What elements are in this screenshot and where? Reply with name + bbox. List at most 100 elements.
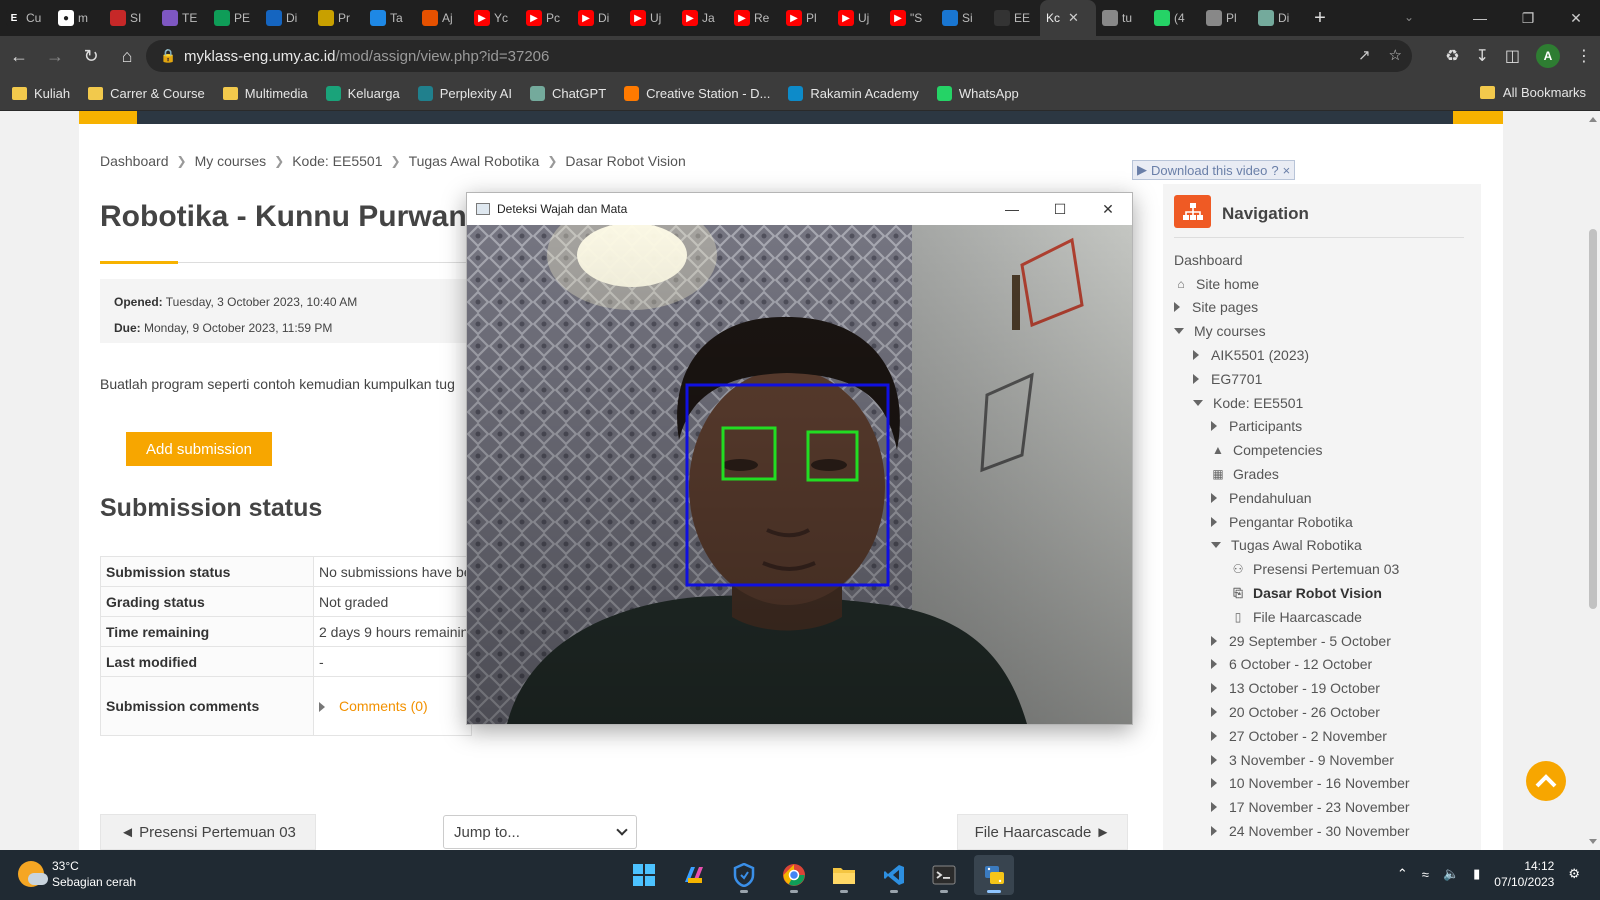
nav-item[interactable]: 24 November - 30 November: [1163, 819, 1481, 843]
address-bar[interactable]: 🔒 myklass-eng.umy.ac.id/mod/assign/view.…: [146, 40, 1412, 72]
chevron-up-icon[interactable]: ⌃: [1397, 866, 1408, 882]
browser-tab[interactable]: ▶ "S: [884, 0, 936, 36]
browser-tab[interactable]: ▶ Pl: [780, 0, 832, 36]
jump-to-select[interactable]: Jump to...: [443, 815, 637, 849]
minimize-icon[interactable]: —: [1456, 0, 1504, 36]
breadcrumb-item[interactable]: My courses: [195, 153, 267, 169]
nav-item[interactable]: 29 September - 5 October: [1163, 629, 1481, 653]
download-video-overlay[interactable]: ▶ Download this video ? ×: [1132, 160, 1296, 180]
weather-widget[interactable]: 33°C Sebagian cerah: [18, 858, 136, 890]
bookmark-item[interactable]: Multimedia: [222, 86, 308, 101]
nav-item[interactable]: EG7701: [1163, 367, 1481, 391]
close-icon[interactable]: ×: [1283, 163, 1291, 178]
nav-item[interactable]: ▯ File Haarcascade: [1163, 605, 1481, 629]
browser-tab[interactable]: ● m: [52, 0, 104, 36]
nav-item[interactable]: 6 October - 12 October: [1163, 653, 1481, 677]
scroll-up-arrow-icon[interactable]: [1589, 117, 1597, 122]
close-icon[interactable]: ✕: [1084, 193, 1132, 225]
bookmark-item[interactable]: Carrer & Course: [88, 86, 205, 101]
minimize-icon[interactable]: —: [988, 193, 1036, 225]
vscode-app[interactable]: [874, 855, 914, 895]
bookmark-item[interactable]: Creative Station - D...: [624, 85, 770, 101]
vpn-app[interactable]: [724, 855, 764, 895]
nav-item[interactable]: AIK5501 (2023): [1163, 343, 1481, 367]
home-icon[interactable]: ⌂: [110, 39, 144, 73]
help-icon[interactable]: ?: [1271, 163, 1278, 178]
profile-avatar[interactable]: A: [1536, 44, 1560, 68]
wifi-icon[interactable]: ≈: [1422, 867, 1429, 882]
reload-icon[interactable]: ↻: [74, 39, 108, 73]
add-submission-button[interactable]: Add submission: [126, 432, 272, 466]
browser-tab[interactable]: EE: [988, 0, 1040, 36]
browser-tab[interactable]: Kc ✕: [1040, 0, 1096, 36]
browser-tab[interactable]: TE: [156, 0, 208, 36]
file-explorer-app[interactable]: [824, 855, 864, 895]
nav-item[interactable]: 13 October - 19 October: [1163, 676, 1481, 700]
scroll-down-arrow-icon[interactable]: [1589, 839, 1597, 844]
breadcrumb-item[interactable]: Dasar Robot Vision: [565, 153, 685, 169]
breadcrumb-item[interactable]: Tugas Awal Robotika: [409, 153, 540, 169]
nav-item[interactable]: ▦ Grades: [1163, 462, 1481, 486]
nav-item[interactable]: Tugas Awal Robotika: [1163, 534, 1481, 558]
forward-icon[interactable]: →: [38, 39, 72, 73]
tab-search-chevron-icon[interactable]: ⌄: [1404, 10, 1414, 24]
browser-tab[interactable]: ▶ Yc: [468, 0, 520, 36]
browser-tab[interactable]: E Cu: [0, 0, 52, 36]
close-icon[interactable]: ✕: [1552, 0, 1600, 36]
extensions-icon[interactable]: ♻: [1445, 46, 1459, 66]
bookmark-item[interactable]: ChatGPT: [529, 85, 606, 101]
battery-icon[interactable]: ▮: [1473, 866, 1480, 882]
nav-item[interactable]: ⚇ Presensi Pertemuan 03: [1163, 557, 1481, 581]
notifications-icon[interactable]: ⚙: [1568, 866, 1580, 882]
browser-tab[interactable]: PE: [208, 0, 260, 36]
browser-tab[interactable]: Di: [260, 0, 312, 36]
browser-tab[interactable]: Si: [936, 0, 988, 36]
breadcrumb-item[interactable]: Kode: EE5501: [292, 153, 382, 169]
clock[interactable]: 14:12 07/10/2023: [1494, 858, 1554, 890]
new-tab-icon[interactable]: +: [1304, 7, 1336, 30]
copilot-app[interactable]: [674, 855, 714, 895]
close-tab-icon[interactable]: ✕: [1068, 10, 1079, 26]
download-video-label[interactable]: Download this video: [1151, 163, 1267, 178]
maximize-icon[interactable]: ☐: [1036, 193, 1084, 225]
nav-item[interactable]: 27 October - 2 November: [1163, 724, 1481, 748]
terminal-app[interactable]: [924, 855, 964, 895]
nav-item[interactable]: Dashboard: [1163, 248, 1481, 272]
browser-tab[interactable]: ▶ Uj: [624, 0, 676, 36]
browser-tab[interactable]: Di: [1252, 0, 1304, 36]
browser-tab[interactable]: ▶ Uj: [832, 0, 884, 36]
nav-item[interactable]: Pengantar Robotika: [1163, 510, 1481, 534]
bookmark-item[interactable]: Perplexity AI: [417, 85, 512, 101]
nav-item[interactable]: ⎘ Dasar Robot Vision: [1163, 581, 1481, 605]
browser-tab[interactable]: Pl: [1200, 0, 1252, 36]
browser-tab[interactable]: ▶ Ja: [676, 0, 728, 36]
nav-item[interactable]: ▲ Competencies: [1163, 438, 1481, 462]
chrome-app[interactable]: [774, 855, 814, 895]
nav-item[interactable]: Kode: EE5501: [1163, 391, 1481, 415]
breadcrumb-item[interactable]: Dashboard: [100, 153, 169, 169]
scrollbar-thumb[interactable]: [1589, 229, 1597, 609]
nav-item[interactable]: 20 October - 26 October: [1163, 700, 1481, 724]
nav-item[interactable]: My courses: [1163, 319, 1481, 343]
browser-tab[interactable]: ▶ Pc: [520, 0, 572, 36]
browser-tab[interactable]: (4: [1148, 0, 1200, 36]
python-app[interactable]: [974, 855, 1014, 895]
bookmark-item[interactable]: WhatsApp: [936, 85, 1019, 101]
window-titlebar[interactable]: Deteksi Wajah dan Mata — ☐ ✕: [467, 193, 1132, 225]
volume-icon[interactable]: 🔈: [1443, 866, 1459, 882]
nav-item[interactable]: 10 November - 16 November: [1163, 772, 1481, 796]
nav-item[interactable]: Site pages: [1163, 296, 1481, 320]
bookmark-item[interactable]: Rakamin Academy: [788, 85, 919, 101]
nav-item[interactable]: Participants: [1163, 415, 1481, 439]
comments-toggle-link[interactable]: Comments (0): [319, 698, 428, 714]
side-panel-icon[interactable]: ◫: [1505, 46, 1520, 66]
scroll-to-top-button[interactable]: [1526, 761, 1566, 801]
back-icon[interactable]: ←: [2, 39, 36, 73]
browser-tab[interactable]: SI: [104, 0, 156, 36]
browser-menu-icon[interactable]: ⋮: [1576, 46, 1592, 66]
browser-tab[interactable]: Pr: [312, 0, 364, 36]
bookmark-item[interactable]: Kuliah: [12, 86, 70, 101]
next-activity-link[interactable]: File Haarcascade ►: [957, 814, 1128, 850]
all-bookmarks-button[interactable]: All Bookmarks: [1479, 85, 1586, 100]
bookmark-item[interactable]: Keluarga: [325, 85, 400, 101]
